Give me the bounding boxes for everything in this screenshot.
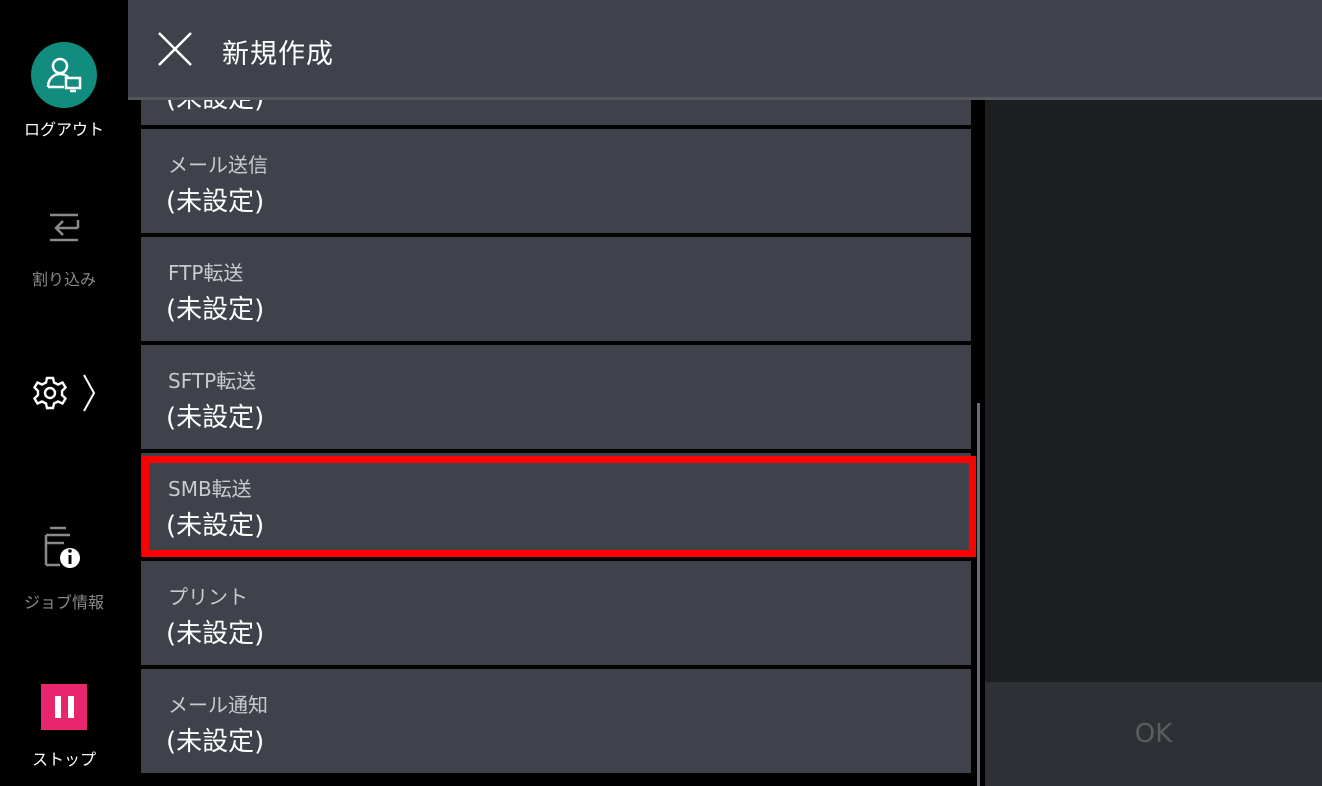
list-item-partial[interactable]: (未設定) xyxy=(141,100,971,125)
logout-label: ログアウト xyxy=(23,120,104,139)
interrupt-label: 割り込み xyxy=(31,270,96,289)
list-item-sftp-transfer[interactable]: SFTP転送 (未設定) xyxy=(141,345,971,449)
ok-button[interactable]: OK xyxy=(985,682,1322,786)
list-item-label: メール通知 xyxy=(168,693,268,717)
list-item-value: (未設定) xyxy=(166,619,265,649)
interrupt-icon xyxy=(50,213,80,242)
interrupt-button[interactable]: 割り込み xyxy=(0,210,128,290)
list-item-mail-notify[interactable]: メール通知 (未設定) xyxy=(141,669,971,773)
list-item-label: メール送信 xyxy=(168,153,268,177)
logout-button[interactable]: ログアウト xyxy=(0,42,128,140)
list-item-value: (未設定) xyxy=(166,100,264,115)
screen: ログアウト 割り込み ジョブ情報 ストップ 新規作成 メール送信 (未設定) F… xyxy=(0,0,1322,786)
close-icon[interactable] xyxy=(156,30,194,68)
gear-icon xyxy=(32,376,68,410)
stop-button[interactable]: ストップ xyxy=(0,684,128,770)
user-icon xyxy=(31,42,97,108)
right-panel xyxy=(985,100,1322,682)
stop-label: ストップ xyxy=(31,750,96,769)
list-item-smb-transfer[interactable]: SMB転送 (未設定) xyxy=(141,453,971,557)
setting-list: (未設定) メール送信 (未設定) FTP転送 (未設定) SFTP転送 (未設… xyxy=(128,100,985,786)
job-info-button[interactable]: ジョブ情報 xyxy=(0,525,128,613)
list-item-mail-send[interactable]: メール送信 (未設定) xyxy=(141,129,971,233)
chevron-right-icon xyxy=(83,374,96,412)
list-item-value: (未設定) xyxy=(166,295,265,325)
list-item-value: (未設定) xyxy=(166,511,265,541)
list-item-print[interactable]: プリント (未設定) xyxy=(141,561,971,665)
ok-label: OK xyxy=(1134,719,1173,749)
page-title: 新規作成 xyxy=(222,39,334,70)
scrollbar[interactable] xyxy=(977,403,980,786)
list-item-ftp-transfer[interactable]: FTP転送 (未設定) xyxy=(141,237,971,341)
pause-icon xyxy=(41,684,87,730)
list-item-label: SMB転送 xyxy=(168,477,252,501)
list-item-label: SFTP転送 xyxy=(168,369,257,393)
list-item-label: プリント xyxy=(168,585,248,609)
list-item-value: (未設定) xyxy=(166,727,265,757)
list-item-value: (未設定) xyxy=(166,187,265,217)
list-item-value: (未設定) xyxy=(166,403,265,433)
job-info-icon xyxy=(44,526,80,568)
header-bar: 新規作成 xyxy=(128,0,1322,100)
job-info-label: ジョブ情報 xyxy=(23,593,104,612)
list-item-label: FTP転送 xyxy=(168,261,244,285)
left-sidebar: ログアウト 割り込み ジョブ情報 ストップ xyxy=(0,0,128,786)
settings-button[interactable] xyxy=(0,365,128,421)
